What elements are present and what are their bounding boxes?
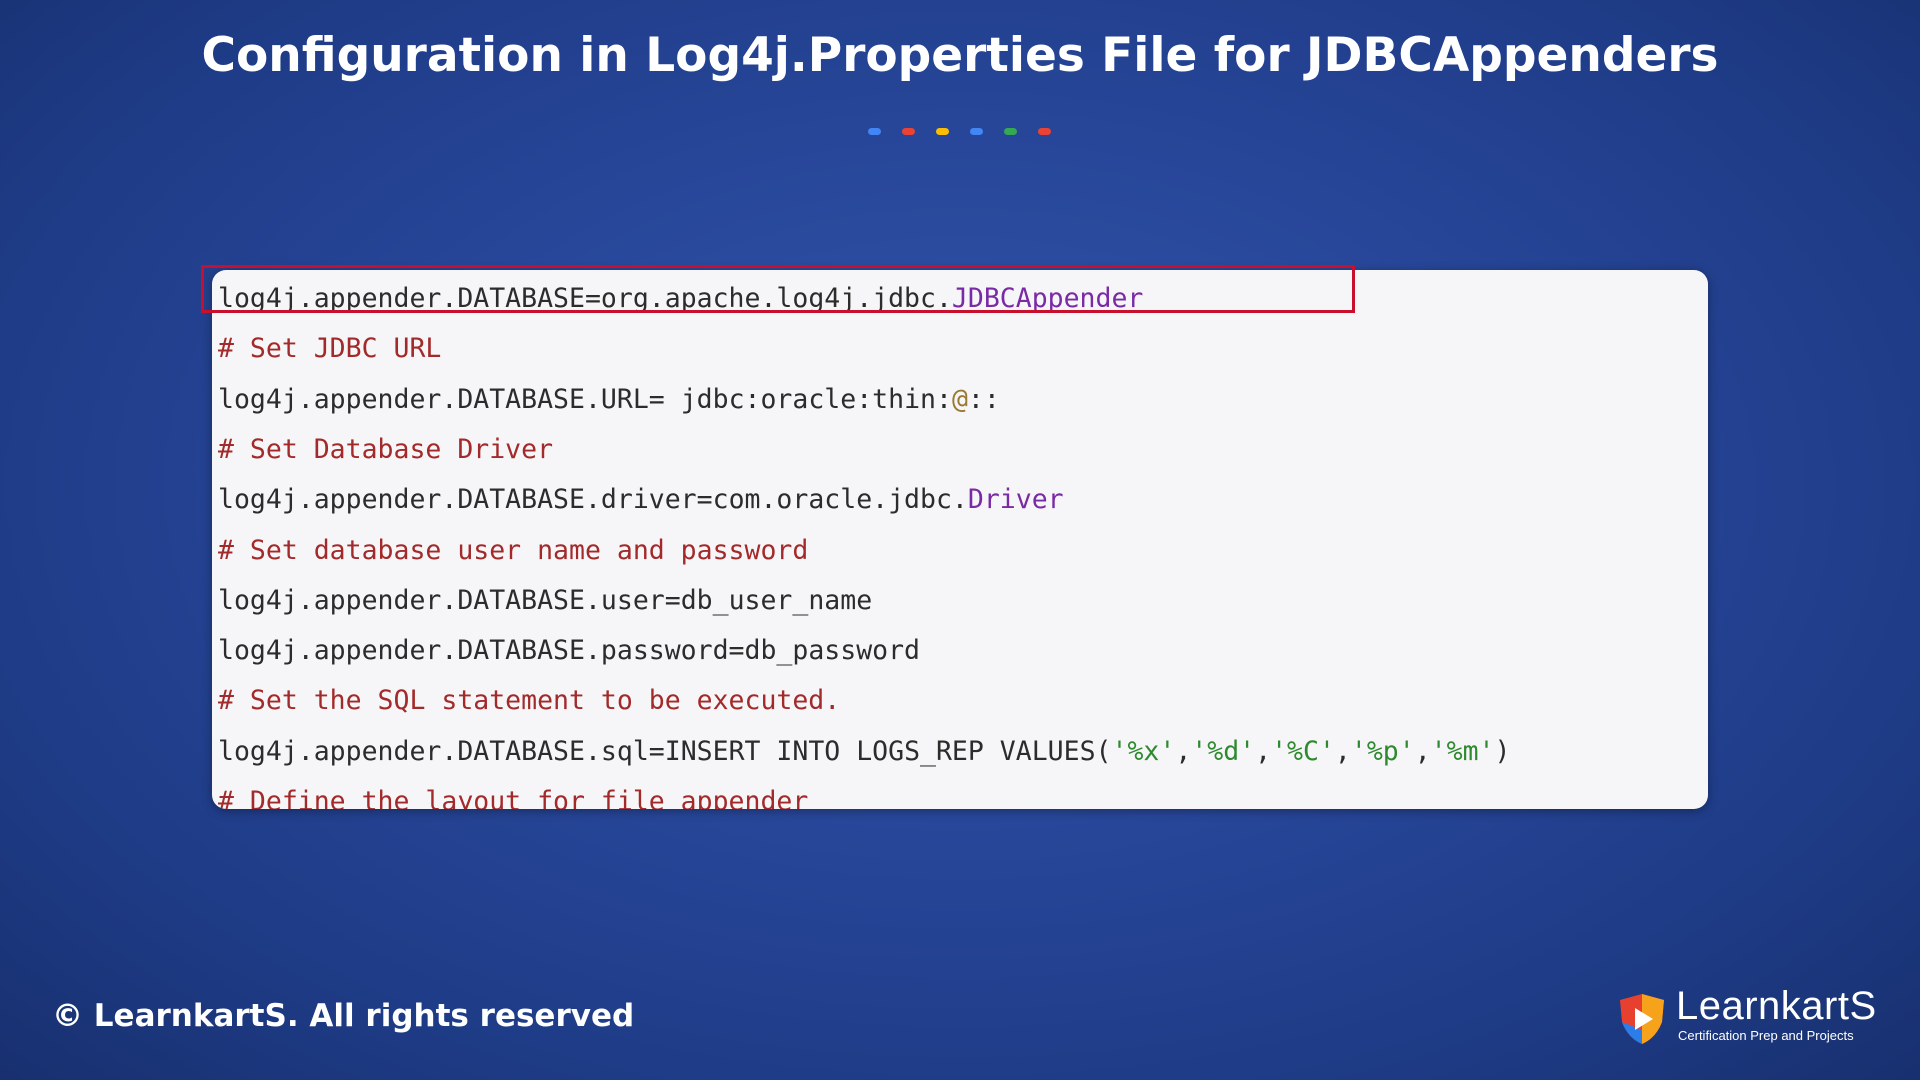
code-token: '%p' <box>1350 735 1415 767</box>
decorative-dot <box>868 128 881 135</box>
code-comment-line: # Set the SQL statement to be executed. <box>218 676 840 726</box>
code-token: # Set Database Driver <box>218 433 554 465</box>
code-line: log4j.appender.DATABASE.sql=INSERT INTO … <box>218 727 1510 777</box>
code-comment-line: # Define the layout for file appender <box>218 777 808 809</box>
code-line: log4j.appender.DATABASE.password=db_pass… <box>218 626 920 676</box>
code-token: log4j.appender.DATABASE.password <box>218 635 729 667</box>
code-token: # Define the layout for file appender <box>218 786 809 809</box>
code-token: com.oracle.jdbc. <box>712 484 968 516</box>
decorative-dot <box>936 128 949 135</box>
code-token: ) <box>1494 735 1511 767</box>
learnkarts-logo: LearnkartS Certification Prep and Projec… <box>1616 984 1876 1048</box>
code-token: '%m' <box>1430 735 1495 767</box>
code-token: # Set JDBC URL <box>218 333 442 365</box>
decorative-dot <box>902 128 915 135</box>
code-token: = <box>664 584 681 616</box>
copyright-text: © LearnkartS. All rights reserved <box>52 998 635 1034</box>
decorative-dot <box>1038 128 1051 135</box>
code-token: log4j.appender.DATABASE.URL <box>218 383 649 415</box>
code-token: = <box>648 735 665 767</box>
shield-play-icon <box>1620 994 1664 1044</box>
decorative-dot <box>970 128 983 135</box>
code-line: log4j.appender.DATABASE.URL= jdbc:oracle… <box>218 375 1000 425</box>
code-token: , <box>1334 735 1351 767</box>
code-token: db_user_name <box>680 584 873 616</box>
code-token: , <box>1414 735 1431 767</box>
code-token: Driver <box>967 484 1064 516</box>
code-token: '%C' <box>1271 735 1335 767</box>
logo-tagline: Certification Prep and Projects <box>1678 1028 1854 1043</box>
code-token: = <box>696 484 713 516</box>
code-comment-line: # Set database user name and password <box>218 526 808 576</box>
code-token: = <box>728 635 745 667</box>
highlight-box <box>201 265 1355 313</box>
code-token: jdbc:oracle:thin: <box>664 383 952 415</box>
code-token: db_password <box>744 635 921 667</box>
code-token: @ <box>951 383 968 415</box>
code-line: log4j.appender.DATABASE.driver=com.oracl… <box>218 475 1064 525</box>
code-token: INSERT INTO LOGS_REP VALUES( <box>664 735 1112 767</box>
code-token: = <box>648 383 665 415</box>
code-token: # Set database user name and password <box>218 534 809 566</box>
code-token: '%x' <box>1111 735 1176 767</box>
code-token: , <box>1175 735 1192 767</box>
code-token: :: <box>967 383 1000 415</box>
code-token: , <box>1255 735 1272 767</box>
code-token: log4j.appender.DATABASE.user <box>218 584 665 616</box>
code-comment-line: # Set Database Driver <box>218 425 553 475</box>
code-comment-line: # Set JDBC URL <box>218 324 441 374</box>
code-line: log4j.appender.DATABASE.user=db_user_nam… <box>218 576 872 626</box>
code-token: '%d' <box>1191 735 1256 767</box>
code-token: # Set the SQL statement to be executed. <box>218 685 841 717</box>
code-panel: log4j.appender.DATABASE=org.apache.log4j… <box>212 270 1708 809</box>
decorative-dots <box>868 128 1051 136</box>
decorative-dot <box>1004 128 1017 135</box>
code-token: log4j.appender.DATABASE.driver <box>218 484 697 516</box>
logo-name: LearnkartS <box>1676 984 1877 1028</box>
code-token: log4j.appender.DATABASE.sql <box>218 735 649 767</box>
slide-title: Configuration in Log4j.Properties File f… <box>201 28 1719 83</box>
